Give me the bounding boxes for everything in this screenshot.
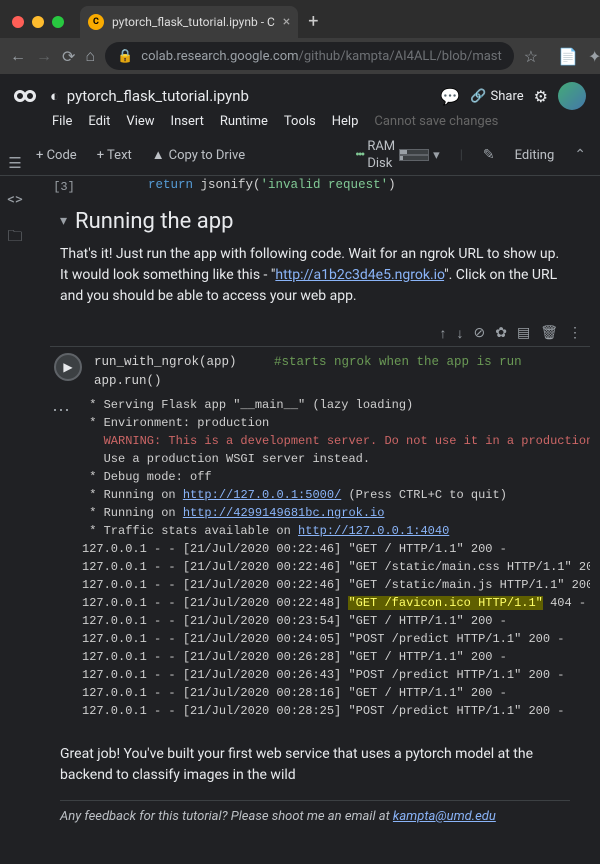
left-rail: ☰ <> 🗀: [0, 154, 30, 251]
run-cell: ▶ run_with_ngrok(app) #starts ngrok when…: [50, 346, 590, 395]
cell-menu-icon[interactable]: ⋮: [568, 325, 582, 342]
mode-label[interactable]: Editing: [515, 148, 555, 163]
close-window-icon[interactable]: [12, 16, 24, 28]
resource-dropdown-icon[interactable]: ▾: [433, 148, 440, 163]
star-icon[interactable]: ☆: [524, 47, 538, 66]
close-tab-icon[interactable]: ×: [283, 14, 290, 30]
comment-icon[interactable]: 💬: [440, 87, 460, 106]
notebook-title[interactable]: pytorch_flask_tutorial.ipynb: [67, 87, 249, 105]
menu-insert[interactable]: Insert: [171, 114, 204, 129]
disk-label: Disk: [367, 156, 395, 171]
url-host: colab.research.google.com: [141, 49, 298, 64]
ngrok-link[interactable]: http://4299149681bc.ngrok.io: [183, 506, 385, 520]
code-cell-3: [3] return jsonify('invalid request'): [40, 176, 590, 195]
cell-exec-count: [3]: [40, 176, 88, 195]
colab-logo-icon[interactable]: [10, 86, 40, 106]
action-toolbar: + Code + Text ▲ Copy to Drive ••• RAM Di…: [0, 135, 600, 176]
back-icon[interactable]: ←: [10, 46, 26, 66]
files-icon[interactable]: 🗀: [7, 226, 22, 251]
localhost-link[interactable]: http://127.0.0.1:5000/: [183, 488, 341, 502]
github-icon: ◐: [50, 87, 59, 105]
find-replace-icon[interactable]: <>: [7, 190, 22, 208]
window-controls: [0, 16, 76, 38]
drive-icon: ▲: [152, 147, 165, 163]
add-text-button[interactable]: + Text: [97, 148, 132, 163]
delete-cell-icon[interactable]: 🗑: [540, 325, 558, 342]
move-up-icon[interactable]: ↑: [440, 325, 447, 342]
extension-2-icon[interactable]: 📄: [558, 47, 578, 66]
settings-icon[interactable]: ⚙: [534, 87, 548, 106]
code-fragment: return jsonify('invalid request'): [88, 176, 396, 195]
connection-status-icon: •••: [355, 147, 363, 163]
menu-tools[interactable]: Tools: [284, 114, 316, 129]
share-button[interactable]: 🔗 Share: [470, 89, 523, 104]
copy-to-drive-button[interactable]: ▲ Copy to Drive: [152, 147, 245, 163]
menu-file[interactable]: File: [52, 114, 72, 129]
move-down-icon[interactable]: ↓: [457, 325, 464, 342]
menu-view[interactable]: View: [126, 114, 154, 129]
resource-meter[interactable]: ••• RAM Disk ▾: [355, 139, 440, 171]
traffic-stats-link[interactable]: http://127.0.0.1:4040: [298, 524, 449, 538]
section-running-app: ▾ Running the app: [60, 209, 590, 234]
terminal-output: * Serving Flask app "__main__" (lazy loa…: [82, 396, 590, 720]
menu-bar: File Edit View Insert Runtime Tools Help…: [0, 112, 600, 135]
ram-label: RAM: [367, 139, 395, 154]
colab-header: ◐ pytorch_flask_tutorial.ipynb 💬 🔗 Share…: [0, 74, 600, 112]
home-icon[interactable]: ⌂: [85, 46, 95, 66]
feedback-line: Any feedback for this tutorial? Please s…: [60, 809, 570, 824]
menu-runtime[interactable]: Runtime: [220, 114, 268, 129]
output-menu-icon[interactable]: ⋯: [40, 396, 82, 720]
cell-output: ⋯ * Serving Flask app "__main__" (lazy l…: [40, 396, 590, 720]
url-path: /github/kampta/AI4ALL/blob/mast: [299, 49, 502, 64]
menu-help[interactable]: Help: [332, 114, 359, 129]
new-tab-button[interactable]: +: [308, 11, 318, 38]
cell-action-bar: ↑ ↓ ⊘ ✿ ▤ 🗑 ⋮: [40, 321, 590, 346]
address-bar[interactable]: 🔒 colab.research.google.com/github/kampt…: [105, 42, 514, 70]
mirror-cell-icon[interactable]: ▤: [517, 325, 530, 342]
link-cell-icon[interactable]: ⊘: [474, 325, 486, 342]
add-code-button[interactable]: + Code: [36, 148, 77, 163]
browser-tab[interactable]: C pytorch_flask_tutorial.ipynb - C ×: [80, 6, 298, 38]
feedback-email-link[interactable]: kampta@umd.edu: [393, 809, 496, 824]
share-icon: 🔗: [470, 89, 486, 104]
lock-icon: 🔒: [117, 49, 133, 64]
section-paragraph: That's it! Just run the app with followi…: [60, 244, 570, 307]
browser-tabstrip: C pytorch_flask_tutorial.ipynb - C × +: [0, 0, 600, 38]
ngrok-example-link[interactable]: http://a1b2c3d4e5.ngrok.io: [275, 267, 444, 283]
closing-paragraph: Great job! You've built your first web s…: [60, 744, 570, 786]
divider: [60, 800, 570, 801]
save-status: Cannot save changes: [374, 114, 498, 129]
extensions-menu-icon[interactable]: ✦: [588, 47, 600, 66]
maximize-window-icon[interactable]: [52, 16, 64, 28]
minimize-window-icon[interactable]: [32, 16, 44, 28]
mode-dropdown-icon[interactable]: ⌃: [574, 147, 586, 163]
run-button[interactable]: ▶: [54, 353, 82, 381]
section-heading: Running the app: [75, 209, 233, 234]
user-avatar[interactable]: [558, 82, 586, 110]
tab-title: pytorch_flask_tutorial.ipynb - C: [112, 15, 275, 29]
reload-icon[interactable]: ⟳: [62, 47, 75, 66]
disk-bar: [399, 155, 429, 161]
pencil-icon: ✎: [483, 147, 495, 163]
notebook-body: [3] return jsonify('invalid request') ▾ …: [30, 176, 600, 864]
menu-edit[interactable]: Edit: [88, 114, 110, 129]
colab-favicon-icon: C: [88, 14, 104, 30]
section-caret-icon[interactable]: ▾: [60, 213, 67, 229]
cell-settings-icon[interactable]: ✿: [495, 325, 507, 342]
forward-icon[interactable]: →: [36, 46, 52, 66]
browser-toolbar: ← → ⟳ ⌂ 🔒 colab.research.google.com/gith…: [0, 38, 600, 74]
toc-icon[interactable]: ☰: [8, 154, 21, 172]
run-cell-code[interactable]: run_with_ngrok(app) #starts ngrok when t…: [86, 349, 590, 395]
